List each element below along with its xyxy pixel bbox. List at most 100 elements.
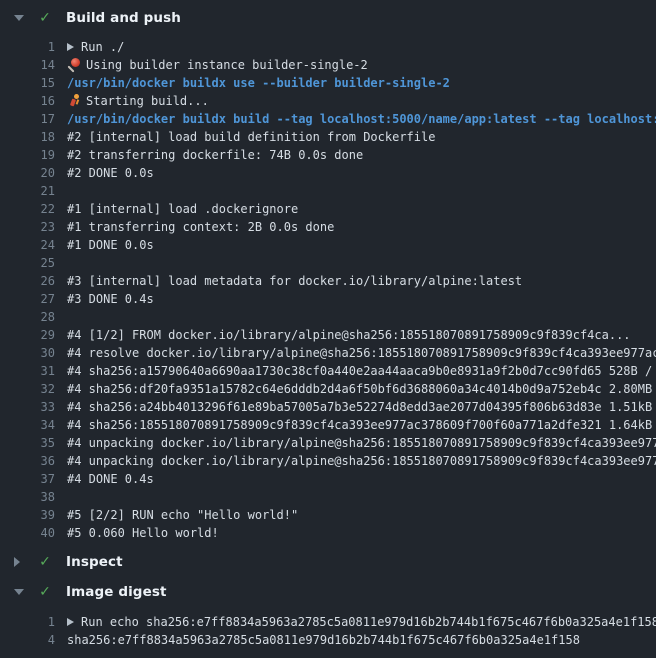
line-number[interactable]: 22 [0,200,55,218]
line-content: #1 DONE 0.0s [67,236,154,254]
log-line: 39 #5 [2/2] RUN echo "Hello world!" [0,506,656,524]
section-inspect: ✓Inspect [0,549,656,575]
section-title: Inspect [66,554,123,570]
log-line: 36 #4 unpacking docker.io/library/alpine@… [0,452,656,470]
log-text: #4 unpacking docker.io/library/alpine@sh… [67,434,656,452]
line-number[interactable]: 35 [0,434,55,452]
line-number[interactable]: 27 [0,290,55,308]
line-content: #5 0.060 Hello world! [67,524,219,542]
line-number[interactable]: 32 [0,380,55,398]
expand-triangle-icon[interactable] [67,43,74,51]
log-text: #2 DONE 0.0s [67,164,154,182]
collapse-triangle-icon [14,589,24,595]
section-header-image-digest[interactable]: ✓ Image digest [0,579,656,605]
line-number[interactable]: 17 [0,110,55,128]
line-content: /usr/bin/docker buildx build --tag local… [67,110,656,128]
collapse-triangle-icon [14,15,24,21]
log-text: #2 transferring dockerfile: 74B 0.0s don… [67,146,363,164]
line-content: #2 [internal] load build definition from… [67,128,435,146]
line-number[interactable]: 31 [0,362,55,380]
log-text: /usr/bin/docker buildx use --builder bui… [67,74,450,92]
line-content: #2 DONE 0.0s [67,164,154,182]
log-text: #5 [2/2] RUN echo "Hello world!" [67,506,298,524]
line-number[interactable]: 1 [0,613,55,631]
expand-triangle-icon [14,557,20,567]
line-number[interactable]: 29 [0,326,55,344]
section-image-digest: ✓ Image digest 1 Run echo sha256:e7ff8834a5… [0,579,656,650]
section-header-build-and-push[interactable]: ✓Build and push [0,5,656,31]
line-number[interactable]: 23 [0,218,55,236]
log-line: 26 #3 [internal] load metadata for docker… [0,272,656,290]
expand-triangle-icon[interactable] [67,618,74,626]
log-text: Using builder instance builder-single-2 [86,56,368,74]
log-line: 29 #4 [1/2] FROM docker.io/library/alpine… [0,326,656,344]
log-text: #2 [internal] load build definition from… [67,128,435,146]
line-number[interactable]: 33 [0,398,55,416]
section-title: Image digest [66,584,167,600]
log-line: 17/usr/bin/docker buildx build --tag loc… [0,110,656,128]
line-number[interactable]: 18 [0,128,55,146]
log-text: sha256:e7ff8834a5963a2785c5a0811e979d16b… [67,631,580,649]
pushpin-icon [67,58,81,72]
line-number[interactable]: 38 [0,488,55,506]
success-check-icon: ✓ [37,584,53,600]
log-line: 40 #5 0.060 Hello world! [0,524,656,542]
line-number[interactable]: 34 [0,416,55,434]
log-line: 32 #4 sha256:df20fa9351a15782c64e6dddb2d4… [0,380,656,398]
line-number[interactable]: 30 [0,344,55,362]
log-text: /usr/bin/docker buildx build --tag local… [67,110,656,128]
log-text: #4 DONE 0.4s [67,470,154,488]
log-text: #1 [internal] load .dockerignore [67,200,298,218]
line-number[interactable]: 40 [0,524,55,542]
line-number[interactable]: 36 [0,452,55,470]
log-text: Starting build... [86,92,209,110]
line-content: #4 unpacking docker.io/library/alpine@sh… [67,452,656,470]
log-line: 27 #3 DONE 0.4s [0,290,656,308]
line-number[interactable]: 39 [0,506,55,524]
log-text: #1 transferring context: 2B 0.0s done [67,218,334,236]
line-number[interactable]: 25 [0,254,55,272]
line-content: #4 sha256:df20fa9351a15782c64e6dddb2d4a6… [67,380,656,398]
log-line: 16 Starting build... [0,92,656,110]
line-content: Starting build... [67,92,209,110]
line-content: #4 [1/2] FROM docker.io/library/alpine@s… [67,326,631,344]
log-line: 19 #2 transferring dockerfile: 74B 0.0s d… [0,146,656,164]
log-line: 37 #4 DONE 0.4s [0,470,656,488]
log-text: #4 resolve docker.io/library/alpine@sha2… [67,344,656,362]
line-content: #3 [internal] load metadata for docker.i… [67,272,522,290]
line-number[interactable]: 19 [0,146,55,164]
line-number[interactable]: 1 [0,38,55,56]
line-number[interactable]: 37 [0,470,55,488]
log-line: 20 #2 DONE 0.0s [0,164,656,182]
line-number[interactable]: 14 [0,56,55,74]
log-text: #4 unpacking docker.io/library/alpine@sh… [67,452,656,470]
line-number[interactable]: 21 [0,182,55,200]
log-block-build-and-push: 1 Run ./ 14 Using builder instance builder-… [0,31,656,545]
log-text: #3 DONE 0.4s [67,290,154,308]
line-number[interactable]: 20 [0,164,55,182]
line-number[interactable]: 4 [0,631,55,649]
line-number[interactable]: 24 [0,236,55,254]
line-number[interactable]: 28 [0,308,55,326]
log-text: Run echo sha256:e7ff8834a5963a2785c5a081… [81,613,656,631]
log-text: #4 sha256:a15790640a6690aa1730c38cf0a440… [67,362,656,380]
line-content: #1 [internal] load .dockerignore [67,200,298,218]
log-text: Run ./ [81,38,124,56]
log-text: #4 sha256:df20fa9351a15782c64e6dddb2d4a6… [67,380,656,398]
log-line: 21 [0,182,656,200]
line-content: #4 sha256:a24bb4013296f61e89ba57005a7b3e… [67,398,656,416]
log-text: #4 [1/2] FROM docker.io/library/alpine@s… [67,326,631,344]
line-content: Run echo sha256:e7ff8834a5963a2785c5a081… [67,613,656,631]
log-line: 35 #4 unpacking docker.io/library/alpine@… [0,434,656,452]
line-content: sha256:e7ff8834a5963a2785c5a0811e979d16b… [67,631,580,649]
line-number[interactable]: 15 [0,74,55,92]
log-line: 30 #4 resolve docker.io/library/alpine@sh… [0,344,656,362]
log-block-image-digest: 1 Run echo sha256:e7ff8834a5963a2785c5a08… [0,605,656,650]
log-line: 4 sha256:e7ff8834a5963a2785c5a0811e979d16… [0,631,656,649]
log-line: 38 [0,488,656,506]
log-line: 33 #4 sha256:a24bb4013296f61e89ba57005a7b… [0,398,656,416]
line-number[interactable]: 16 [0,92,55,110]
line-number[interactable]: 26 [0,272,55,290]
line-content: #4 sha256:185518070891758909c9f839cf4ca3… [67,416,656,434]
section-header-inspect[interactable]: ✓Inspect [0,549,656,575]
